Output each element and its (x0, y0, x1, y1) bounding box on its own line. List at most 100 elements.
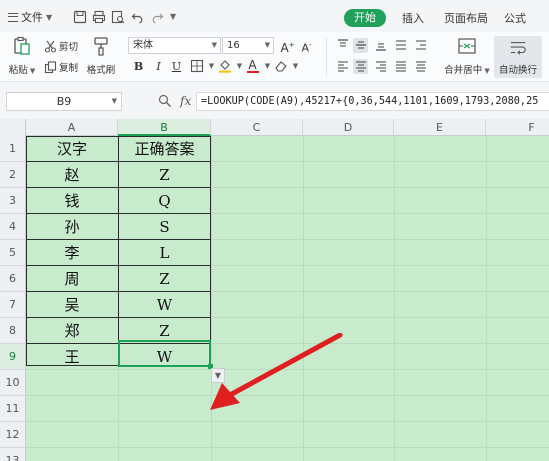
insert-function-button[interactable]: fx (180, 94, 191, 108)
row-header-9[interactable]: 9 (0, 344, 26, 370)
fill-color-icon[interactable] (217, 59, 232, 74)
italic-button[interactable]: I (151, 59, 166, 74)
chevron-down-icon: ▼ (264, 41, 270, 49)
align-left-icon[interactable] (335, 59, 350, 74)
row-header-6[interactable]: 6 (0, 266, 26, 292)
table-cell-a4[interactable]: 孙 (26, 214, 118, 240)
save-icon[interactable] (73, 10, 87, 24)
row-header-13[interactable]: 13 (0, 448, 26, 461)
row-header-3[interactable]: 3 (0, 188, 26, 214)
table-cell-a9[interactable]: 王 (26, 344, 118, 370)
red-arrow-annotation (210, 333, 343, 410)
copy-label: 复制 (59, 63, 79, 74)
bold-button[interactable]: B (131, 59, 146, 74)
paste-label: 粘贴 (8, 65, 28, 76)
name-box[interactable]: B9 ▼ (6, 92, 122, 111)
column-header-a[interactable]: A (26, 119, 118, 136)
cut-label: 剪切 (59, 42, 79, 53)
formula-input[interactable]: =LOOKUP(CODE(A9),45217+{0,36,544,1101,16… (196, 92, 549, 111)
font-name-select[interactable]: 宋体 ▼ (128, 37, 221, 54)
row-header-1[interactable]: 1 (0, 136, 26, 162)
align-center-icon[interactable] (353, 59, 368, 74)
align-right-icon[interactable] (373, 59, 388, 74)
row-header-5[interactable]: 5 (0, 240, 26, 266)
header-cell-a1[interactable]: 汉字 (26, 136, 118, 162)
spreadsheet-grid[interactable]: A B C D E F 1 2 3 4 5 6 7 8 9 10 11 12 13 汉字 正确答案赵 Z 钱 Q 孙… (0, 119, 549, 461)
row-header-4[interactable]: 4 (0, 214, 26, 240)
wrap-text-icon (510, 42, 526, 55)
format-painter-icon (94, 37, 108, 56)
table-cell-a3[interactable]: 钱 (26, 188, 118, 214)
menu-icon (8, 12, 18, 22)
chevron-down-icon: ▼ (211, 41, 217, 49)
underline-button[interactable]: U (169, 59, 184, 74)
table-cell-a7[interactable]: 吴 (26, 292, 118, 318)
align-top-icon[interactable] (335, 38, 350, 53)
align-middle-icon[interactable] (353, 38, 368, 53)
chevron-down-icon[interactable]: ▼ (170, 12, 184, 26)
column-header-f[interactable]: F (486, 119, 549, 136)
decrease-font-size-icon[interactable]: A- (299, 38, 314, 55)
table-cell-b3[interactable]: Q (118, 188, 211, 214)
table-cell-b6[interactable]: Z (118, 266, 211, 292)
column-header-d[interactable]: D (303, 119, 394, 136)
table-cell-b5[interactable]: L (118, 240, 211, 266)
wrap-text-button[interactable]: 自动换行 (494, 36, 542, 78)
increase-font-size-icon[interactable]: A+ (280, 38, 295, 55)
tab-page-layout[interactable]: 页面布局 (444, 10, 488, 26)
row-header-2[interactable]: 2 (0, 162, 26, 188)
print-icon[interactable] (92, 10, 106, 24)
font-color-icon[interactable]: A (245, 58, 260, 73)
formula-bar: B9 ▼ fx =LOOKUP(CODE(A9),45217+{0,36,544… (0, 82, 549, 119)
distributed-icon[interactable] (413, 59, 428, 74)
wrap-text-label: 自动换行 (498, 65, 537, 76)
column-header-c[interactable]: C (211, 119, 303, 136)
chevron-down-icon[interactable]: ▼ (288, 59, 303, 74)
name-box-value: B9 (56, 95, 72, 108)
align-bottom-icon[interactable] (373, 38, 388, 53)
column-header-b[interactable]: B (118, 119, 211, 136)
orientation-icon[interactable] (393, 38, 408, 53)
tab-formulas[interactable]: 公式 (504, 10, 526, 26)
table-cell-b4[interactable]: S (118, 214, 211, 240)
justify-icon[interactable] (393, 59, 408, 74)
table-cell-a2[interactable]: 赵 (26, 162, 118, 188)
tab-home[interactable]: 开始 (344, 9, 386, 27)
selected-cell-b9[interactable] (118, 340, 211, 367)
column-header-e[interactable]: E (394, 119, 486, 136)
row-header-10[interactable]: 10 (0, 370, 26, 396)
table-border (118, 136, 119, 366)
select-all-corner[interactable] (0, 119, 26, 136)
eraser-icon[interactable] (273, 59, 288, 74)
print-preview-icon[interactable] (111, 10, 125, 24)
indent-icon[interactable] (413, 38, 428, 53)
copy-button[interactable]: 复制 (44, 60, 78, 74)
borders-icon[interactable] (189, 59, 204, 74)
column-header-row: A B C D E F (0, 119, 549, 136)
undo-icon[interactable] (131, 10, 145, 24)
ribbon-tab-bar: 文件 ▼ ▼ 开始 插入 页面布局 公式 (0, 0, 549, 32)
zoom-icon[interactable] (158, 94, 172, 108)
redo-icon[interactable] (150, 10, 164, 24)
row-header-8[interactable]: 8 (0, 318, 26, 344)
table-cell-a8[interactable]: 郑 (26, 318, 118, 344)
paste-icon (14, 36, 30, 55)
font-size-select[interactable]: 16 ▼ (222, 37, 274, 54)
tab-insert[interactable]: 插入 (402, 10, 424, 26)
gridline (26, 447, 549, 448)
format-painter-button[interactable]: 格式刷 (84, 36, 118, 76)
cut-button[interactable]: 剪切 (44, 39, 78, 53)
file-menu[interactable]: 文件 ▼ (8, 8, 52, 26)
copy-icon (44, 60, 57, 73)
header-cell-b1[interactable]: 正确答案 (118, 136, 211, 162)
merge-cells-icon (458, 38, 476, 54)
row-header-12[interactable]: 12 (0, 422, 26, 448)
row-header-7[interactable]: 7 (0, 292, 26, 318)
row-header-11[interactable]: 11 (0, 396, 26, 422)
paste-button[interactable]: 粘贴 ▼ (5, 36, 39, 76)
table-cell-a6[interactable]: 周 (26, 266, 118, 292)
table-cell-a5[interactable]: 李 (26, 240, 118, 266)
merge-center-button[interactable]: 合并居中 ▼ (444, 36, 490, 76)
table-cell-b7[interactable]: W (118, 292, 211, 318)
table-cell-b2[interactable]: Z (118, 162, 211, 188)
